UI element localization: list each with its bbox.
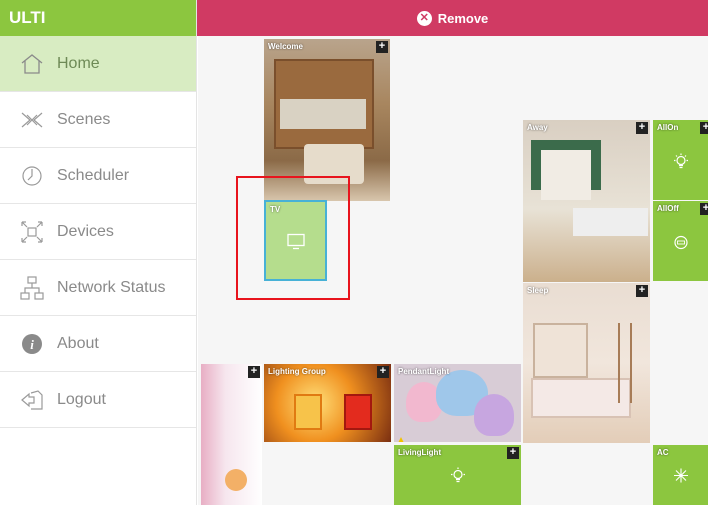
sidebar-item-about[interactable]: i About <box>0 316 196 372</box>
network-icon <box>18 274 46 302</box>
tile-label: AllOff <box>657 204 679 213</box>
add-icon[interactable]: + <box>700 122 708 134</box>
add-icon[interactable]: + <box>700 203 708 215</box>
sidebar-item-label: Home <box>57 54 100 72</box>
clock-icon <box>18 162 46 190</box>
sidebar-item-scheduler[interactable]: Scheduler <box>0 148 196 204</box>
warning-icon <box>397 432 405 442</box>
tile-sleep[interactable]: Sleep + <box>523 283 650 443</box>
tile-label: Sleep <box>527 286 549 295</box>
sidebar-item-label: Devices <box>57 222 114 240</box>
light-bulb-icon <box>672 153 690 176</box>
light-bulb-icon <box>449 467 467 490</box>
tile-pendant-light[interactable]: PendantLight <box>394 364 521 442</box>
add-icon[interactable]: + <box>507 447 519 459</box>
home-icon <box>18 50 46 78</box>
tile-curtain[interactable]: + <box>201 364 262 505</box>
power-off-icon <box>673 235 689 256</box>
selection-highlight <box>236 176 350 300</box>
add-icon[interactable]: + <box>248 366 260 378</box>
svg-text:i: i <box>30 337 34 352</box>
sidebar: ULTI Home Scenes Scheduler Devices Netwo… <box>0 0 197 505</box>
scenes-icon <box>18 106 46 134</box>
tile-label: AllOn <box>657 123 679 132</box>
sidebar-item-label: Logout <box>57 390 106 408</box>
tile-ac[interactable]: AC <box>653 445 708 505</box>
snowflake-icon <box>673 468 689 489</box>
info-icon: i <box>18 330 46 358</box>
tile-label: LivingLight <box>398 448 442 457</box>
sidebar-item-devices[interactable]: Devices <box>0 204 196 260</box>
add-icon[interactable]: + <box>636 285 648 297</box>
sidebar-item-logout[interactable]: Logout <box>0 372 196 428</box>
remove-label: Remove <box>437 10 489 26</box>
sidebar-item-label: Scheduler <box>57 166 130 184</box>
sidebar-item-label: Network Status <box>57 278 166 296</box>
app-brand: ULTI <box>0 0 196 36</box>
add-icon[interactable]: + <box>636 122 648 134</box>
sidebar-item-home[interactable]: Home <box>0 36 196 92</box>
tile-label: Lighting Group <box>268 367 326 376</box>
tile-alloff[interactable]: AllOff + <box>653 201 708 281</box>
devices-icon <box>18 218 46 246</box>
tile-label: AC <box>657 448 669 457</box>
tile-label: PendantLight <box>398 367 450 376</box>
tile-lighting-group[interactable]: Lighting Group + <box>264 364 391 442</box>
add-icon[interactable]: + <box>376 41 388 53</box>
tile-away[interactable]: Away + <box>523 120 650 282</box>
tile-label: Away <box>527 123 548 132</box>
logout-icon <box>18 386 46 414</box>
remove-button[interactable]: ✕ Remove <box>197 0 708 36</box>
add-icon[interactable]: + <box>377 366 389 378</box>
tile-allon[interactable]: AllOn + <box>653 120 708 200</box>
close-icon: ✕ <box>416 10 432 26</box>
sidebar-item-scenes[interactable]: Scenes <box>0 92 196 148</box>
tile-label: Welcome <box>268 42 303 51</box>
sidebar-item-network-status[interactable]: Network Status <box>0 260 196 316</box>
sidebar-item-label: About <box>57 334 99 352</box>
tile-living-light[interactable]: LivingLight + <box>394 445 521 505</box>
sidebar-item-label: Scenes <box>57 110 111 128</box>
